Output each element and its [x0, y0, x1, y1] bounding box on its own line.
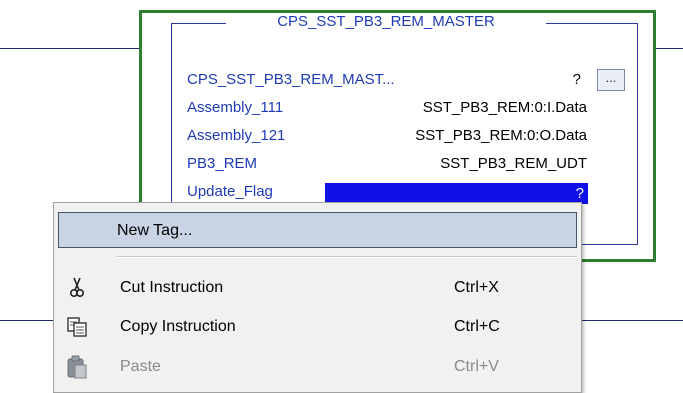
menu-item-copy-instruction[interactable]: Copy Instruction Ctrl+C: [58, 309, 577, 345]
param-value: SST_PB3_REM_UDT: [440, 155, 587, 172]
param-name: Update_Flag: [187, 183, 273, 200]
param-value: SST_PB3_REM:0:I.Data: [422, 99, 587, 116]
rung-line-top-left: [0, 48, 139, 49]
instruction-title: CPS_SST_PB3_REM_MASTER: [277, 13, 495, 30]
rung-line-top-right: [656, 48, 683, 49]
param-name: PB3_REM: [187, 155, 258, 172]
scissors-icon: [63, 270, 91, 306]
context-menu: New Tag... Cut Instruction Ctrl+X Copy I…: [53, 202, 582, 393]
rung-line-bottom-left: [0, 320, 53, 321]
browse-button[interactable]: ...: [597, 69, 625, 91]
instruction-header-param[interactable]: CPS_SST_PB3_REM_MAST... ?: [187, 71, 587, 91]
menu-item-label: New Tag...: [117, 222, 193, 239]
param-row-assembly-121[interactable]: Assembly_121 SST_PB3_REM:0:O.Data: [187, 127, 587, 147]
header-param-value: ?: [572, 71, 581, 88]
param-value: SST_PB3_REM:0:O.Data: [415, 127, 587, 144]
param-row-pb3-rem[interactable]: PB3_REM SST_PB3_REM_UDT: [187, 155, 587, 175]
paste-icon: [63, 349, 91, 385]
update-flag-value-field[interactable]: ?: [325, 183, 588, 204]
menu-item-label: Paste: [120, 358, 161, 375]
menu-item-cut-instruction[interactable]: Cut Instruction Ctrl+X: [58, 270, 577, 306]
ladder-editor-canvas: CPS_SST_PB3_REM_MASTER CPS_SST_PB3_REM_M…: [0, 0, 683, 393]
title-line-right: [546, 23, 638, 24]
param-row-update-flag[interactable]: Update_Flag: [187, 183, 327, 203]
header-param-name: CPS_SST_PB3_REM_MAST...: [187, 71, 395, 88]
menu-separator: [116, 256, 577, 258]
menu-item-new-tag[interactable]: New Tag...: [58, 212, 577, 248]
title-line-left: [171, 23, 226, 24]
menu-item-paste[interactable]: Paste Ctrl+V: [58, 349, 577, 385]
menu-item-shortcut: Ctrl+X: [454, 279, 499, 296]
menu-item-label: Cut Instruction: [120, 279, 224, 296]
param-name: Assembly_121: [187, 127, 286, 144]
menu-item-label: Copy Instruction: [120, 318, 236, 335]
menu-item-shortcut: Ctrl+V: [454, 358, 499, 375]
menu-item-shortcut: Ctrl+C: [454, 318, 500, 335]
rung-line-bottom-right: [582, 320, 683, 321]
copy-icon: [63, 309, 91, 345]
param-name: Assembly_111: [187, 99, 284, 116]
param-row-assembly-111[interactable]: Assembly_111 SST_PB3_REM:0:I.Data: [187, 99, 587, 119]
